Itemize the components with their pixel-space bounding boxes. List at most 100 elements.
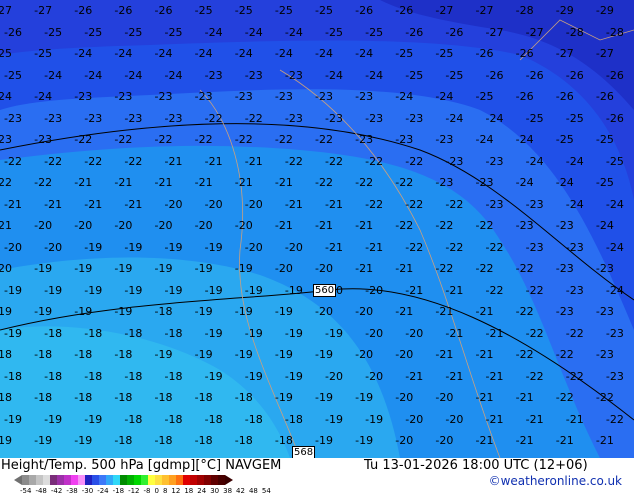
temperature-label: -19: [4, 326, 22, 340]
temperature-label: -26: [475, 47, 494, 60]
temperature-label: -26: [355, 4, 374, 17]
temperature-label: -27: [34, 4, 53, 17]
temperature-label: -21: [525, 412, 544, 426]
temperature-label: -24: [114, 47, 133, 60]
temperature-label: -25: [525, 111, 544, 125]
temperature-label: -20: [395, 391, 414, 404]
temperature-label: -23: [485, 197, 504, 211]
temperature-label: -24: [315, 47, 333, 60]
temperature-label: -20: [34, 219, 53, 232]
temperature-label: -23: [34, 133, 53, 146]
legend-swatch: [155, 475, 162, 485]
temperature-label: -23: [555, 219, 574, 232]
legend-swatch: [71, 475, 78, 485]
weather-map: -27-27-26-26-26-25-25-25-25-26-26-27-27-…: [0, 0, 634, 458]
temperature-label: -18: [244, 412, 263, 426]
temperature-label: -22: [525, 326, 544, 340]
temperature-label: -21: [405, 283, 424, 297]
temperature-label: -22: [515, 305, 534, 318]
label-row: -23 -23 -22 -22 -22 -22 -22 -22 -22 -23 -23 -23 -24 -…: [0, 133, 634, 146]
temperature-label: -23: [315, 90, 333, 103]
temperature-label: -27: [525, 25, 544, 39]
temperature-label: -21: [234, 176, 253, 189]
legend-tick: 8: [162, 487, 168, 495]
temperature-label: -19: [74, 434, 93, 447]
temperature-label: -19: [34, 262, 53, 275]
temperature-label: -25: [475, 90, 494, 103]
temperature-label: -19: [234, 262, 253, 275]
temperature-label: -19: [164, 283, 183, 297]
temperature-label: -25: [565, 111, 584, 125]
label-row: -18 -18 -18 -18 -18 -19 -19 -19 -20 -20 -21 -21 -21 -…: [4, 370, 634, 383]
temperature-label: -18: [284, 412, 303, 426]
temperature-label: -21: [325, 240, 343, 254]
temperature-label: -26: [154, 4, 173, 17]
temperature-label: -21: [4, 197, 22, 211]
temperature-label: -18: [34, 348, 53, 361]
temperature-label: -22: [555, 348, 574, 361]
temperature-label: -28: [605, 25, 624, 39]
temperature-label: -22: [74, 133, 93, 146]
temperature-label: -21: [315, 219, 333, 232]
temperature-label: -26: [114, 4, 133, 17]
legend-tick: 38: [223, 487, 233, 495]
temperature-label: -24: [124, 68, 143, 82]
temperature-label: -22: [445, 240, 464, 254]
temperature-label: -23: [74, 90, 93, 103]
temperature-label: -23: [595, 348, 614, 361]
temperature-label: -18: [164, 412, 183, 426]
credit-link[interactable]: ©weatheronline.co.uk: [489, 474, 622, 488]
temperature-label: -18: [74, 348, 93, 361]
temperature-label: -22: [395, 219, 414, 232]
label-row: -18 -18 -18 -18 -18 -18 -18 -19 -19 -19 -20 -20 -21 -…: [0, 391, 634, 404]
temperature-label: -23: [164, 111, 183, 125]
temperature-label: -18: [194, 391, 213, 404]
temperature-label: -19: [74, 262, 93, 275]
temperature-label: -25: [274, 4, 293, 17]
temperature-label: -22: [315, 176, 333, 189]
temperature-label: -25: [34, 47, 53, 60]
legend-swatch: [211, 475, 218, 485]
label-row: -20 -19 -19 -19 -19 -19 -19 -20 -20 -21 -21 -22 -22 -…: [0, 262, 634, 275]
temperature-label: -21: [44, 197, 63, 211]
temperature-label: -21: [395, 262, 414, 275]
legend-tick: -8: [143, 487, 151, 495]
legend-tick: 24: [197, 487, 207, 495]
temperature-label: -25: [194, 4, 213, 17]
temperature-label: -21: [395, 305, 414, 318]
temperature-label: -24: [204, 25, 223, 39]
temperature-label: -19: [244, 326, 263, 340]
temperature-label: -20: [4, 240, 22, 254]
temperature-label: -24: [605, 240, 624, 254]
legend-tick: -54: [20, 487, 32, 495]
temperature-label: -21: [435, 348, 454, 361]
temperature-label: -23: [154, 90, 173, 103]
temperature-label: -25: [315, 4, 333, 17]
temperature-label: -25: [44, 25, 63, 39]
temperature-label: -23: [555, 262, 574, 275]
temperature-label: -19: [274, 305, 293, 318]
temperature-label: -24: [34, 90, 53, 103]
temperature-label: -18: [44, 326, 63, 340]
temperature-label: -25: [435, 47, 454, 60]
temperature-label: -22: [565, 326, 584, 340]
legend-swatch: [92, 475, 99, 485]
legend-tick: -30: [81, 487, 94, 495]
temperature-label: -23: [0, 133, 12, 146]
temperature-label: -19: [234, 348, 253, 361]
temperature-label: -25: [164, 25, 183, 39]
temperature-label: -23: [475, 176, 494, 189]
legend-swatch: [43, 475, 50, 485]
temperature-label: -20: [355, 348, 374, 361]
temperature-label: -21: [284, 197, 303, 211]
temperature-label: -22: [395, 176, 414, 189]
legend-swatch: [22, 475, 29, 485]
legend-swatch: [162, 475, 169, 485]
temperature-label: -23: [325, 111, 343, 125]
temperature-label: -24: [605, 197, 624, 211]
label-row: -19 -19 -19 -19 -18 -19 -19 -19 -20 -20 -21 -21 -21 -…: [0, 305, 634, 318]
temperature-label: -22: [475, 262, 494, 275]
temperature-label: -22: [515, 262, 534, 275]
temperature-label: -18: [34, 391, 53, 404]
temperature-label: -25: [555, 133, 574, 146]
